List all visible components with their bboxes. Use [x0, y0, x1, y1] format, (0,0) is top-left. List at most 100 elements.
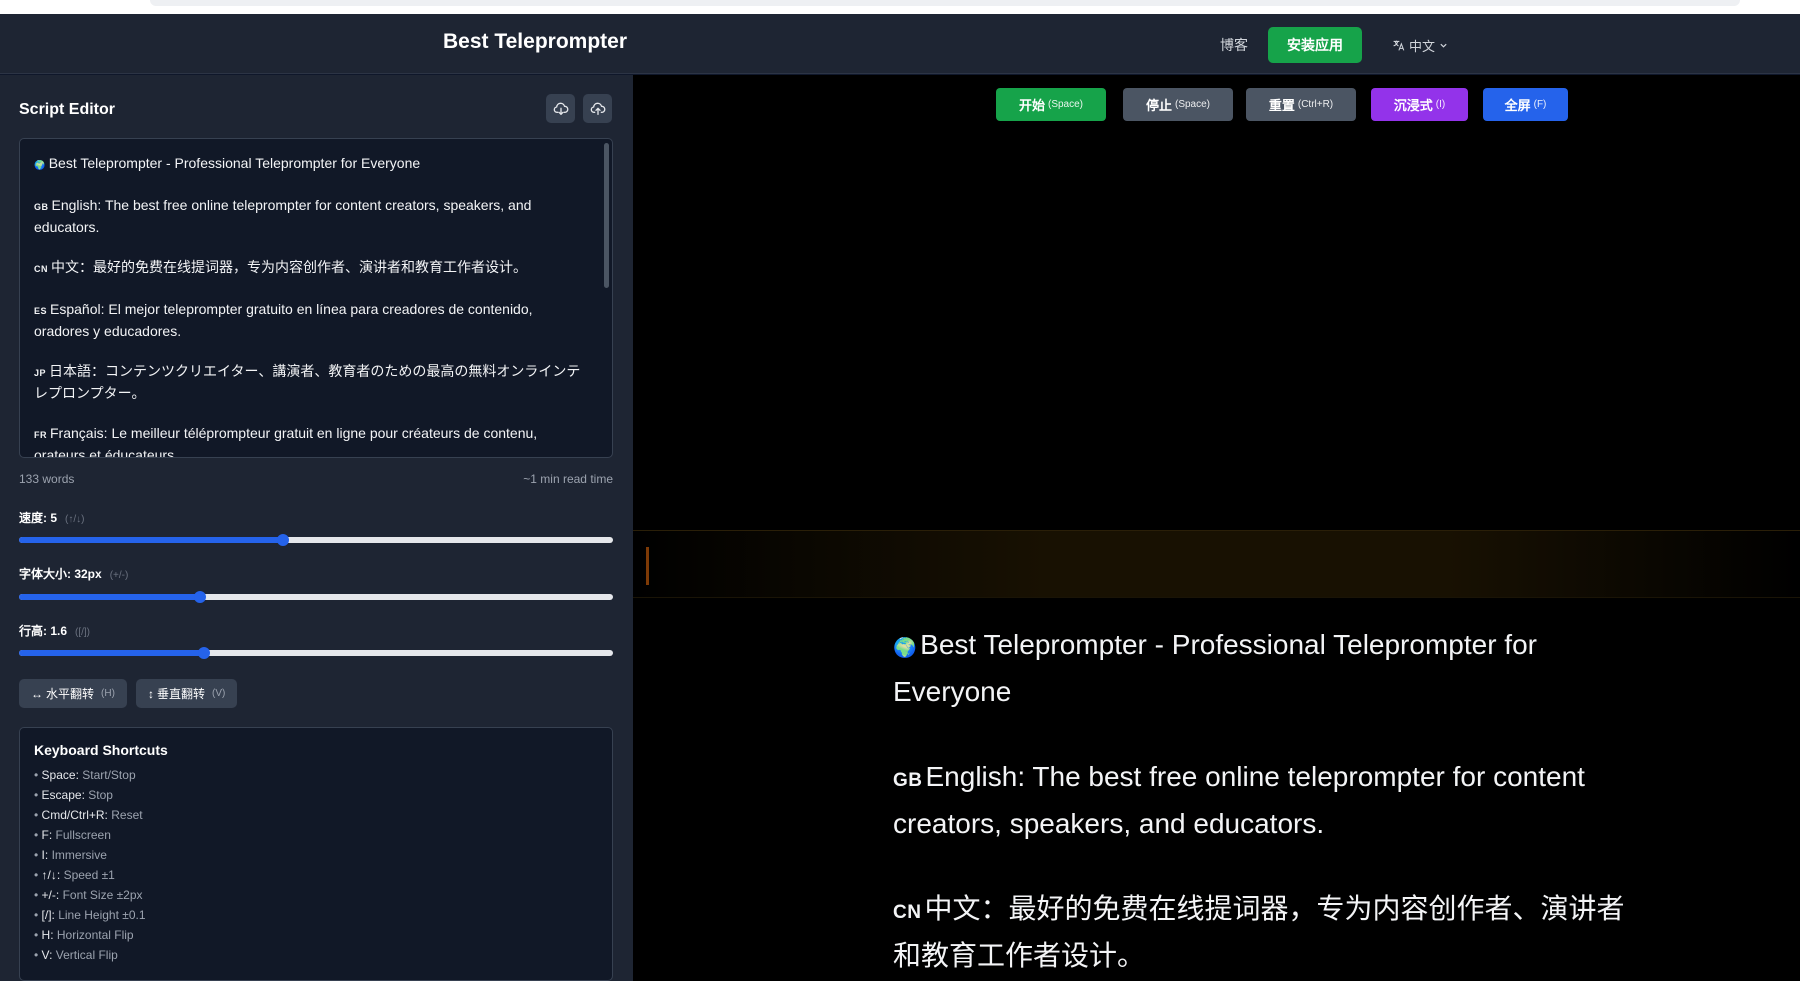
shortcut-item: Space: Start/Stop — [34, 765, 598, 785]
shortcut-desc: Horizontal Flip — [56, 928, 134, 942]
speed-slider[interactable] — [19, 534, 613, 546]
chevron-down-icon — [1440, 43, 1447, 48]
shortcut-key: Escape: — [41, 788, 89, 802]
shortcut-desc: Fullscreen — [55, 828, 111, 842]
prompter-line-text: English: The best free online teleprompt… — [893, 761, 1585, 839]
shortcut-item: V: Vertical Flip — [34, 945, 598, 965]
flag-cn-icon: CN — [34, 264, 48, 274]
speed-slider-thumb[interactable] — [277, 534, 290, 546]
shortcuts-list: Space: Start/StopEscape: StopCmd/Ctrl+R:… — [34, 765, 598, 965]
speed-label: 速度: 5 (↑/↓) — [19, 509, 84, 526]
shortcut-item: I: Immersive — [34, 845, 598, 865]
shortcut-desc: Reset — [111, 808, 143, 822]
immersive-button-key: (I) — [1435, 99, 1446, 110]
translate-icon — [1393, 40, 1405, 51]
vertical-flip-key: (V) — [212, 688, 226, 699]
shortcut-desc: Vertical Flip — [55, 948, 118, 962]
top-header: Best Teleprompter 博客 安装应用 中文 — [0, 14, 1800, 74]
shortcut-item: [/]: Line Height ±0.1 — [34, 905, 598, 925]
shortcut-item: ↑/↓: Speed ±1 — [34, 865, 598, 885]
flag-jp-icon: JP — [34, 368, 47, 378]
shortcut-desc: Stop — [88, 788, 113, 802]
install-app-button[interactable]: 安装应用 — [1267, 27, 1362, 63]
cloud-upload-icon — [590, 102, 605, 115]
script-line-text: 日本語：コンテンツクリエイター、講演者、教育者のための最高の無料オンラインテレプ… — [34, 363, 581, 401]
keyboard-shortcuts-panel: Keyboard Shortcuts Space: Start/StopEsca… — [19, 727, 613, 981]
font-size-hint: (+/-) — [109, 570, 129, 581]
editor-scrollbar[interactable] — [604, 143, 609, 288]
speed-value: 速度: 5 — [19, 511, 58, 525]
font-size-slider-fill — [19, 594, 201, 600]
shortcut-key: +/-: — [41, 888, 63, 902]
shortcut-key: V: — [41, 948, 56, 962]
shortcut-key: [/]: — [41, 908, 59, 922]
flag-gb-icon: GB — [34, 202, 49, 212]
flag-fr-icon: FR — [34, 430, 47, 440]
script-line: FR Français: Le meilleur téléprompteur gr… — [34, 423, 589, 458]
reading-focus-band — [633, 530, 1800, 598]
vertical-flip-label: 垂直翻转 — [157, 687, 206, 701]
line-height-slider-thumb[interactable] — [198, 647, 211, 659]
upload-button[interactable] — [583, 94, 612, 123]
script-line-text: Best Teleprompter - Professional Telepro… — [48, 155, 421, 171]
immersive-button[interactable]: 沉浸式 (I) — [1371, 88, 1468, 121]
speed-hint: (↑/↓) — [65, 514, 85, 525]
language-selector[interactable]: 中文 — [1392, 36, 1448, 55]
script-line: JP 日本語：コンテンツクリエイター、講演者、教育者のための最高の無料オンラインテ… — [34, 361, 589, 403]
script-editor-title: Script Editor — [19, 101, 116, 118]
reset-button-key: (Ctrl+R) — [1297, 99, 1334, 110]
prompter-text: 🌍 Best Teleprompter - Professional Telepr… — [893, 623, 1633, 981]
script-editor-panel: Script Editor 🌍 Best Teleprompter - Profe… — [0, 75, 633, 981]
browser-chrome-strip — [0, 0, 1800, 14]
immersive-button-label: 沉浸式 — [1393, 98, 1433, 113]
horizontal-arrows-icon: ↔ — [31, 686, 43, 701]
prompter-display: 开始 (Space) 停止 (Space) 重置 (Ctrl+R) 沉浸式 (I) 全屏 (F) … — [633, 75, 1800, 981]
shortcut-desc: Line Height ±0.1 — [58, 908, 146, 922]
prompter-line: GB English: The best free online teleprom… — [893, 755, 1633, 845]
reset-button-label: 重置 — [1268, 98, 1295, 113]
shortcut-key: Cmd/Ctrl+R: — [41, 808, 112, 822]
shortcut-key: I: — [41, 848, 52, 862]
script-line-text: Français: Le meilleur téléprompteur grat… — [34, 425, 538, 458]
shortcuts-title: Keyboard Shortcuts — [34, 742, 168, 758]
font-size-slider-thumb[interactable] — [194, 591, 207, 603]
language-label: 中文 — [1408, 38, 1435, 54]
reset-button[interactable]: 重置 (Ctrl+R) — [1246, 88, 1356, 121]
fullscreen-button[interactable]: 全屏 (F) — [1483, 88, 1568, 121]
download-button[interactable] — [546, 94, 575, 123]
fullscreen-button-key: (F) — [1533, 99, 1547, 110]
shortcut-item: H: Horizontal Flip — [34, 925, 598, 945]
script-textarea[interactable]: 🌍 Best Teleprompter - Professional Telepr… — [19, 138, 613, 458]
script-line-text: 中文：最好的免费在线提词器，专为内容创作者、演讲者和教育工作者设计。 — [51, 259, 527, 275]
horizontal-flip-button[interactable]: ↔ 水平翻转 (H) — [19, 679, 127, 708]
fullscreen-button-label: 全屏 — [1504, 98, 1531, 113]
flag-cn-icon: CN — [893, 902, 922, 923]
font-size-slider[interactable] — [19, 591, 613, 603]
shortcut-item: Escape: Stop — [34, 785, 598, 805]
prompter-line: CN 中文：最好的免费在线提词器，专为内容创作者、演讲者和教育工作者设计。 — [893, 887, 1633, 977]
line-height-value: 行高: 1.6 — [19, 624, 68, 638]
speed-slider-fill — [19, 537, 284, 543]
shortcut-desc: Speed ±1 — [63, 868, 115, 882]
shortcut-desc: Immersive — [51, 848, 107, 862]
nav-blog-link[interactable]: 博客 — [1220, 35, 1248, 55]
script-line: ES Español: El mejor teleprompter gratuit… — [34, 299, 589, 341]
vertical-flip-button[interactable]: ↕ 垂直翻转 (V) — [136, 679, 238, 708]
script-line: CN 中文：最好的免费在线提词器，专为内容创作者、演讲者和教育工作者设计。 — [34, 257, 589, 279]
flag-🌍-icon: 🌍 — [34, 160, 46, 170]
stop-button[interactable]: 停止 (Space) — [1123, 88, 1233, 121]
app-title[interactable]: Best Teleprompter — [443, 30, 627, 54]
prompter-line-text: 中文：最好的免费在线提词器，专为内容创作者、演讲者和教育工作者设计。 — [893, 893, 1625, 971]
font-size-value: 字体大小: 32px — [19, 567, 102, 581]
script-line-text: Español: El mejor teleprompter gratuito … — [34, 301, 533, 339]
shortcut-key: Space: — [41, 768, 83, 782]
start-button-label: 开始 — [1018, 98, 1045, 113]
stop-button-label: 停止 — [1145, 98, 1172, 113]
line-height-slider[interactable] — [19, 647, 613, 659]
shortcut-key: H: — [41, 928, 57, 942]
start-button[interactable]: 开始 (Space) — [996, 88, 1106, 121]
vertical-arrows-icon: ↕ — [148, 686, 154, 701]
reading-line-marker — [646, 547, 649, 585]
shortcut-desc: Font Size ±2px — [62, 888, 143, 902]
flag-gb-icon: GB — [893, 770, 923, 791]
